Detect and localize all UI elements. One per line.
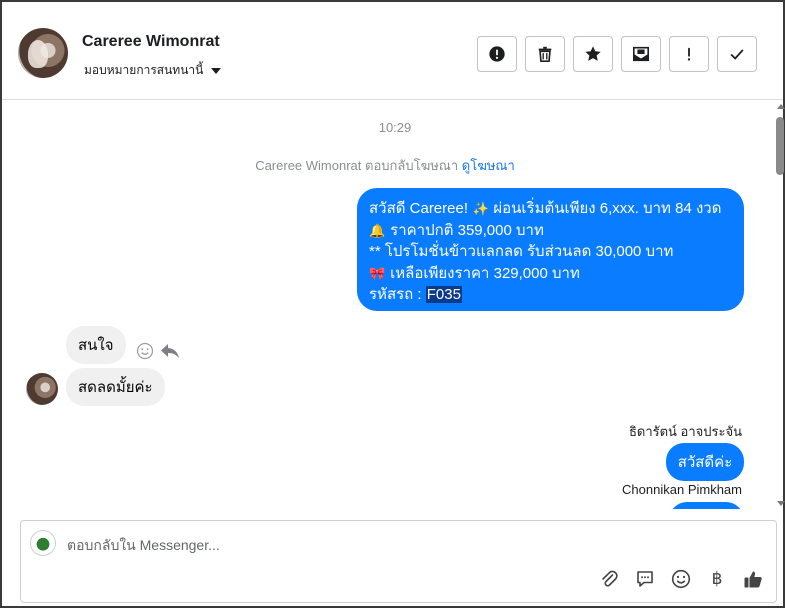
- check-icon: [730, 49, 744, 60]
- emoji-button[interactable]: [670, 568, 692, 590]
- flag-button[interactable]: [669, 36, 709, 72]
- chevron-down-icon: [211, 67, 222, 74]
- promo-text: สวัสดี Careree!: [369, 200, 473, 217]
- contact-avatar[interactable]: [18, 28, 68, 78]
- star-button[interactable]: [573, 36, 613, 72]
- like-button[interactable]: [742, 568, 764, 590]
- message-composer: ฿: [20, 520, 777, 603]
- scrollbar-thumb[interactable]: [776, 117, 784, 175]
- incoming-message-bubble[interactable]: สนใจ: [66, 326, 126, 364]
- emoji-icon: [671, 569, 691, 589]
- exclamation-icon: [687, 47, 691, 61]
- promo-line: 🔔 ราคาปกติ 359,000 บาท: [369, 220, 732, 242]
- star-icon: [585, 46, 601, 61]
- scroll-down-arrow-icon[interactable]: [777, 501, 785, 506]
- message-text: สนใจ: [78, 337, 114, 354]
- header-actions: [477, 36, 757, 72]
- emoji-reaction-icon[interactable]: [136, 342, 154, 360]
- agent-name-label: Chonnikan Pimkham: [622, 482, 742, 497]
- assign-label: มอบหมายการสนทนานี้: [84, 63, 204, 77]
- composer-tools: ฿: [598, 568, 764, 590]
- page-logo-avatar: [30, 530, 56, 556]
- trash-icon: [538, 46, 552, 63]
- message-text: สวัสดีค่ะ: [677, 454, 733, 471]
- delete-button[interactable]: [525, 36, 565, 72]
- thumbs-up-icon: [744, 571, 762, 588]
- promo-line: ** โปรโมชั่นข้าวแลกลด รับส่วนลด 30,000 บ…: [369, 241, 732, 263]
- alert-circle-icon: [489, 46, 505, 62]
- view-ad-link[interactable]: ดูโฆษณา: [462, 158, 515, 173]
- messenger-window: Careree Wimonrat มอบหมายการสนทนานี้ 10:2…: [0, 0, 785, 608]
- envelope-icon: [632, 46, 650, 62]
- contact-name[interactable]: Careree Wimonrat: [82, 33, 220, 51]
- promo-message-bubble[interactable]: สวัสดี Careree! ✨ ผ่อนเริ่มต้นเพียง 6,xx…: [357, 188, 744, 311]
- mark-unread-button[interactable]: [621, 36, 661, 72]
- promo-line: สวัสดี Careree! ✨ ผ่อนเริ่มต้นเพียง 6,xx…: [369, 198, 732, 220]
- mark-done-button[interactable]: [717, 36, 757, 72]
- car-code-label: รหัสรถ :: [369, 286, 426, 303]
- scroll-up-arrow-icon[interactable]: [777, 104, 785, 109]
- attach-file-button[interactable]: [598, 568, 620, 590]
- outgoing-message-bubble[interactable]: [669, 502, 744, 509]
- agent-name-label: ธิดารัตน์ อาจประจัน: [628, 424, 742, 439]
- promo-line: รหัสรถ : F035: [369, 284, 732, 306]
- contact-avatar-small: [26, 373, 58, 405]
- sparkles-icon: ✨: [472, 201, 489, 216]
- car-code-value: F035: [425, 286, 462, 303]
- paperclip-icon: [602, 570, 618, 587]
- promo-text: ราคาปกติ 359,000 บาท: [386, 221, 544, 239]
- promo-text: เหลือเพียงราคา 329,000 บาท: [386, 264, 580, 282]
- ribbon-icon: 🎀: [369, 265, 386, 281]
- assign-conversation-dropdown[interactable]: มอบหมายการสนทนานี้: [84, 61, 222, 80]
- message-text: สดลดมั้ยค่ะ: [78, 379, 153, 396]
- reply-input[interactable]: [67, 534, 747, 556]
- report-spam-button[interactable]: [477, 36, 517, 72]
- payment-button[interactable]: ฿: [706, 568, 728, 590]
- ad-reply-note: Careree Wimonrat ตอบกลับโฆษณา ดูโฆษณา: [2, 155, 768, 176]
- promo-text: ผ่อนเริ่มต้นเพียง 6,xxx. บาท 84 งวด: [489, 200, 722, 217]
- bell-icon: 🔔: [369, 222, 386, 238]
- thread-scrollbar[interactable]: [775, 101, 785, 509]
- incoming-message-bubble[interactable]: สดลดมั้ยค่ะ: [66, 368, 165, 406]
- ad-reply-text: Careree Wimonrat ตอบกลับโฆษณา: [255, 158, 459, 173]
- outgoing-message-bubble[interactable]: สวัสดีค่ะ: [666, 443, 744, 481]
- promo-text: ** โปรโมชั่นข้าวแลกลด รับส่วนลด 30,000 บ…: [369, 243, 674, 260]
- baht-icon: ฿: [711, 569, 723, 588]
- message-timestamp: 10:29: [378, 120, 412, 135]
- promo-line: 🎀 เหลือเพียงราคา 329,000 บาท: [369, 263, 732, 285]
- conversation-header: Careree Wimonrat มอบหมายการสนทนานี้: [2, 2, 783, 100]
- saved-replies-button[interactable]: [634, 568, 656, 590]
- message-thread[interactable]: 10:29 Careree Wimonrat ตอบกลับโฆษณา ดูโฆ…: [2, 101, 774, 509]
- reply-icon[interactable]: [160, 342, 180, 360]
- chat-bubble-icon: [637, 571, 653, 587]
